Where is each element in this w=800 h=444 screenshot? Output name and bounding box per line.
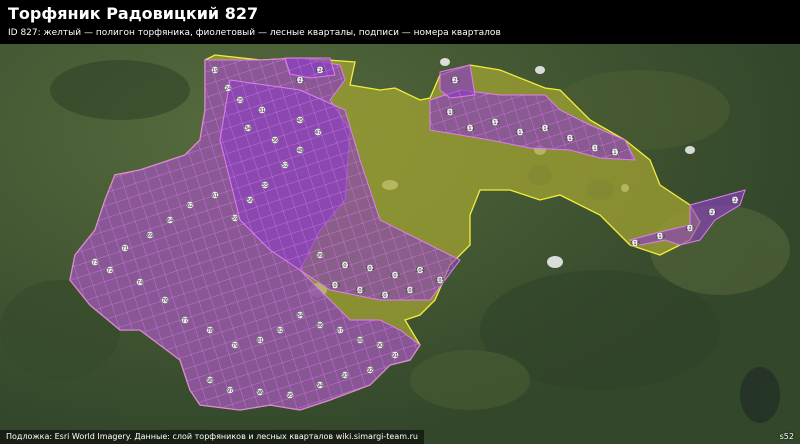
quarter-label: 19 (212, 68, 218, 74)
quarter-label: 64 (167, 218, 173, 224)
quarter-label: 47 (315, 130, 321, 136)
quarter-label: 106 (405, 288, 415, 294)
quarter-label: 71 (122, 246, 128, 252)
quarter-label: 78 (207, 328, 213, 334)
quarter-label: 79 (232, 343, 238, 349)
attribution-footer: Подложка: Esri World Imagery. Данные: сл… (0, 430, 424, 444)
quarter-label: 118 (630, 241, 640, 247)
quarter-label: 56 (247, 198, 253, 204)
quarter-label: 69 (147, 233, 153, 239)
quarter-label: 90 (377, 343, 383, 349)
quarter-label: 31 (259, 108, 265, 114)
quarter-label: 87 (337, 328, 343, 334)
quarter-label: 74 (137, 280, 143, 286)
satellite-map[interactable]: 19 24 25 31 34 36 45 47 48 52 55 56 59 61 62 64 69 71 72 73… (0, 0, 800, 444)
quarter-label: 109 (330, 283, 340, 289)
quarter-label: 105 (435, 278, 445, 284)
map-subtitle: ID 827: желтый — полигон торфяника, фиол… (8, 28, 501, 38)
quarter-label: 103 (390, 273, 400, 279)
quarter-label: 96 (257, 390, 263, 396)
quarter-label: 113 (515, 130, 525, 136)
quarter-label: 98 (207, 378, 213, 384)
quarter-label: 120 (685, 226, 695, 232)
quarter-label: 59 (232, 216, 238, 222)
quarter-label: 24 (225, 86, 231, 92)
corner-badge: s52 (779, 432, 794, 441)
quarter-label: 121 (707, 210, 717, 216)
quarter-label: 94 (317, 383, 323, 389)
quarter-label: 81 (257, 338, 263, 344)
quarter-label: 62 (187, 203, 193, 209)
quarter-label: 97 (227, 388, 233, 394)
quarter-label: 119 (655, 234, 665, 240)
map-title: Торфяник Радовицкий 827 (8, 4, 259, 23)
quarter-label: 48 (297, 148, 303, 154)
quarter-label: 99 (317, 253, 323, 259)
quarter-label: 25 (237, 98, 243, 104)
quarter-label: 61 (212, 193, 218, 199)
quarter-label: 95 (287, 393, 293, 399)
quarter-label: 124 (315, 68, 325, 74)
quarter-label: 122 (730, 198, 740, 204)
quarter-label: 55 (262, 183, 268, 189)
quarter-label: 101 (340, 263, 350, 269)
quarter-label: 123 (295, 78, 305, 84)
quarter-label: 88 (357, 338, 363, 344)
quarter-label: 111 (465, 126, 475, 132)
quarter-label: 82 (277, 328, 283, 334)
quarter-label: 117 (610, 150, 620, 156)
quarter-label: 84 (297, 313, 303, 319)
quarter-label: 115 (565, 136, 575, 142)
quarter-label: 91 (392, 353, 398, 359)
quarter-label: 77 (182, 318, 188, 324)
quarter-label: 73 (92, 260, 98, 266)
quarter-label: 93 (342, 373, 348, 379)
quarter-label: 92 (367, 368, 373, 374)
quarter-label: 34 (245, 126, 251, 132)
quarter-label: 112 (490, 120, 500, 126)
quarter-label: 72 (107, 268, 113, 274)
quarter-label: 45 (297, 118, 303, 124)
quarter-label: 36 (272, 138, 278, 144)
quarter-label: 108 (355, 288, 365, 294)
title-bar: Торфяник Радовицкий 827 ID 827: желтый —… (0, 0, 800, 44)
quarter-label: 104 (415, 268, 425, 274)
quarter-label: 76 (162, 298, 168, 304)
quarter-label: 52 (282, 163, 288, 169)
quarter-label: 102 (365, 266, 375, 272)
quarter-label: 107 (380, 293, 390, 299)
quarter-label: 110 (445, 110, 455, 116)
quarter-label: 116 (590, 146, 600, 152)
quarter-label: 114 (540, 126, 550, 132)
quarter-label: 86 (317, 323, 323, 329)
quarter-label: 125 (450, 78, 460, 84)
